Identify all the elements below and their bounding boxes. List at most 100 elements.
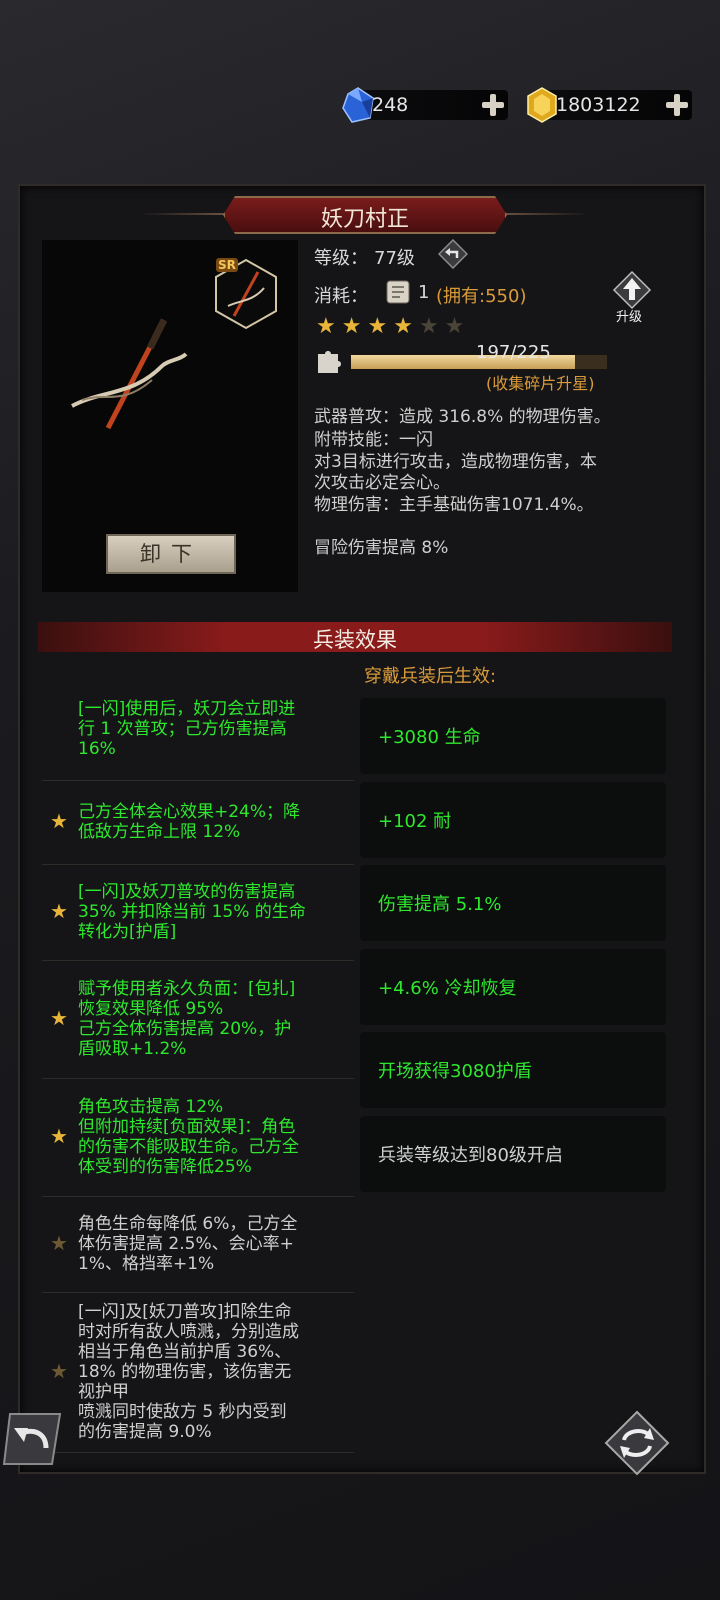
effect-star-icon: ★ — [50, 899, 68, 923]
weapon-detail-panel: 妖刀村正 SR 卸下 等级： 77级 消耗： 1 (拥有:550) 升级 ★ ★… — [18, 184, 706, 1474]
effects-section-banner: 兵装效果 — [38, 622, 672, 652]
star-rating: ★ ★ ★ ★ ★ ★ — [316, 314, 470, 339]
back-button[interactable] — [2, 1408, 64, 1470]
effect-line: 1%、格挡率+1% — [78, 1254, 215, 1274]
effect-line: 18% 的物理伤害，该伤害无 — [78, 1362, 292, 1382]
cost-value: 1 — [418, 282, 430, 303]
effect-description: [一闪]使用后，妖刀会立即进行 1 次普攻；己方伤害提高 16% — [78, 699, 348, 759]
effect-line: 的伤害提高 9.0% — [78, 1422, 212, 1442]
unequip-button[interactable]: 卸下 — [106, 534, 236, 574]
upgrade-button[interactable]: 升级 — [610, 270, 654, 325]
bonus-box: 开场获得3080护盾 — [360, 1032, 666, 1108]
effect-star-icon: ★ — [50, 1124, 68, 1148]
bonus-text: +102 耐 — [378, 810, 452, 832]
gems-count: 248 — [372, 94, 409, 116]
effect-line: 赋予使用者永久负面：[包扎] — [78, 979, 296, 999]
effect-line: 角色生命每降低 6%，己方全 — [78, 1214, 298, 1234]
effect-description: 角色生命每降低 6%，己方全 体伤害提高 2.5%、会心率+ 1%、格挡率+1% — [78, 1214, 348, 1274]
effect-line: 相当于角色当前护盾 36%、 — [78, 1342, 292, 1362]
bonus-text: 伤害提高 5.1% — [378, 894, 502, 915]
star-filled-icon: ★ — [341, 314, 362, 339]
bonus-text: 开场获得3080护盾 — [378, 1061, 532, 1082]
rarity-badge: SR — [216, 258, 238, 272]
effect-line: 16% — [78, 739, 116, 759]
effect-description: 赋予使用者永久负面：[包扎] 恢复效果降低 95% 己方全体伤害提高 20%，护 盾吸… — [78, 979, 348, 1059]
desc-line: 附带技能：一闪 — [314, 430, 433, 450]
upgrade-arrow-icon — [612, 270, 652, 310]
effect-line: 的伤害不能吸取生命。己方全 — [78, 1137, 299, 1157]
title-divider-right — [504, 213, 588, 215]
owned-count: (拥有:550) — [436, 286, 527, 307]
effect-description: 角色攻击提高 12% 但附加持续[负面效果]：角色 的伤害不能吸取生命。己方全 体受到… — [78, 1097, 348, 1177]
effect-line: [一闪]使用后，妖刀会立即进 — [78, 699, 296, 719]
adventure-bonus-line: 冒险伤害提高 8% — [314, 538, 449, 558]
katana-illustration — [71, 318, 188, 430]
effect-description: [一闪]及妖刀普攻的伤害提高 35% 并扣除当前 15% 的生命 转化为[护盾] — [78, 882, 348, 942]
effect-line: 盾吸取+1.2% — [78, 1039, 187, 1059]
gold-gem-icon — [527, 87, 557, 123]
effect-line: 喷溅同时使敌方 5 秒内受到 — [78, 1402, 287, 1422]
effect-line: 体受到的伤害降低25% — [78, 1157, 252, 1177]
fragment-hint: (收集碎片升星) — [486, 374, 595, 393]
upgrade-label: 升级 — [616, 310, 643, 325]
effect-row: ★ [一闪]及[妖刀普攻]扣除生命 时对所有敌人喷溅，分别造成 相当于角色当前护盾 3… — [42, 1292, 354, 1453]
bonus-title: 穿戴兵装后生效: — [364, 666, 497, 687]
star-empty-icon: ★ — [444, 314, 465, 339]
effect-line: 但附加持续[负面效果]：角色 — [78, 1117, 296, 1137]
gems-display: 248 — [342, 87, 508, 123]
bonus-box: 伤害提高 5.1% — [360, 865, 666, 941]
effect-star-icon: ★ — [50, 1006, 68, 1030]
add-gems-button[interactable] — [480, 92, 506, 118]
bonus-box: +4.6% 冷却恢复 — [360, 948, 666, 1025]
star-filled-icon: ★ — [393, 314, 413, 339]
effect-row: ★ 角色攻击提高 12% 但附加持续[负面效果]：角色 的伤害不能吸取生命。己方全 体受… — [42, 1078, 354, 1197]
effect-line: 角色攻击提高 12% — [78, 1097, 224, 1117]
bonus-box: +102 耐 — [360, 781, 666, 858]
bonus-text: 兵装等级达到80级开启 — [378, 1144, 563, 1166]
scroll-material-icon — [386, 280, 410, 304]
effect-row: ★ 赋予使用者永久负面：[包扎] 恢复效果降低 95% 己方全体伤害提高 20%，护盾… — [42, 960, 354, 1079]
effect-line: 己方全体会心效果+24%；降 — [78, 802, 301, 822]
effects-section-title: 兵装效果 — [313, 628, 397, 652]
puzzle-fragment-icon — [318, 351, 341, 373]
rarity-frame: SR — [214, 258, 278, 330]
fragment-count: 197/225 — [476, 342, 551, 363]
add-gold-button[interactable] — [664, 92, 690, 118]
desc-line: 物理伤害：主手基础伤害1071.4%。 — [314, 495, 594, 515]
switch-weapon-button[interactable] — [604, 1410, 670, 1476]
gold-display: 1803122 — [527, 87, 692, 123]
cost-label: 消耗： — [314, 286, 368, 307]
effect-line: 己方全体伤害提高 20%，护 — [78, 1019, 292, 1039]
weapon-preview: SR 卸下 — [42, 240, 298, 592]
desc-line: 武器普攻：造成 316.8% 的物理伤害。 — [314, 407, 611, 427]
weapon-name: 妖刀村正 — [320, 207, 409, 232]
bonus-box: +3080 生命 — [360, 698, 666, 774]
effect-row: [一闪]使用后，妖刀会立即进行 1 次普攻；己方伤害提高 16% — [42, 678, 354, 781]
effect-line: 恢复效果降低 95% — [78, 999, 224, 1019]
desc-line: 次攻击必定会心。 — [314, 473, 450, 493]
bonus-text: +4.6% 冷却恢复 — [378, 977, 517, 999]
star-filled-icon: ★ — [316, 314, 336, 339]
effect-star-icon: ★ — [50, 1359, 68, 1383]
effect-star-icon: ★ — [50, 809, 68, 833]
effect-description: [一闪]及[妖刀普攻]扣除生命 时对所有敌人喷溅，分别造成 相当于角色当前护盾 36… — [78, 1302, 348, 1442]
bonus-box: 兵装等级达到80级开启 — [360, 1115, 666, 1192]
effect-line: 35% 并扣除当前 15% 的生命 — [78, 902, 306, 922]
effect-line: 转化为[护盾] — [78, 922, 177, 942]
level-value: 77级 — [374, 248, 415, 269]
bonus-text: +3080 生命 — [378, 727, 481, 748]
desc-line: 对3目标进行攻击，造成物理伤害，本 — [314, 452, 597, 472]
effect-line: 行 1 次普攻；己方伤害提高 — [78, 719, 287, 739]
effect-line: 时对所有敌人喷溅，分别造成 — [78, 1322, 299, 1342]
effect-row: ★ [一闪]及妖刀普攻的伤害提高 35% 并扣除当前 15% 的生命 转化为[护盾] — [42, 864, 354, 961]
title-banner: 妖刀村正 — [223, 196, 507, 234]
effect-line: 体伤害提高 2.5%、会心率+ — [78, 1234, 294, 1254]
effect-line: 视护甲 — [78, 1382, 129, 1402]
effect-line: [一闪]及妖刀普攻的伤害提高 — [78, 882, 296, 902]
blue-gem-icon — [342, 87, 374, 123]
star-filled-icon: ★ — [367, 314, 388, 339]
reset-level-icon[interactable] — [438, 239, 468, 269]
effect-row: ★ 角色生命每降低 6%，己方全 体伤害提高 2.5%、会心率+ 1%、格挡率+1% — [42, 1196, 354, 1293]
effect-row: ★ 己方全体会心效果+24%；降 低敌方生命上限 12% — [42, 780, 354, 865]
star-empty-icon: ★ — [418, 314, 439, 339]
